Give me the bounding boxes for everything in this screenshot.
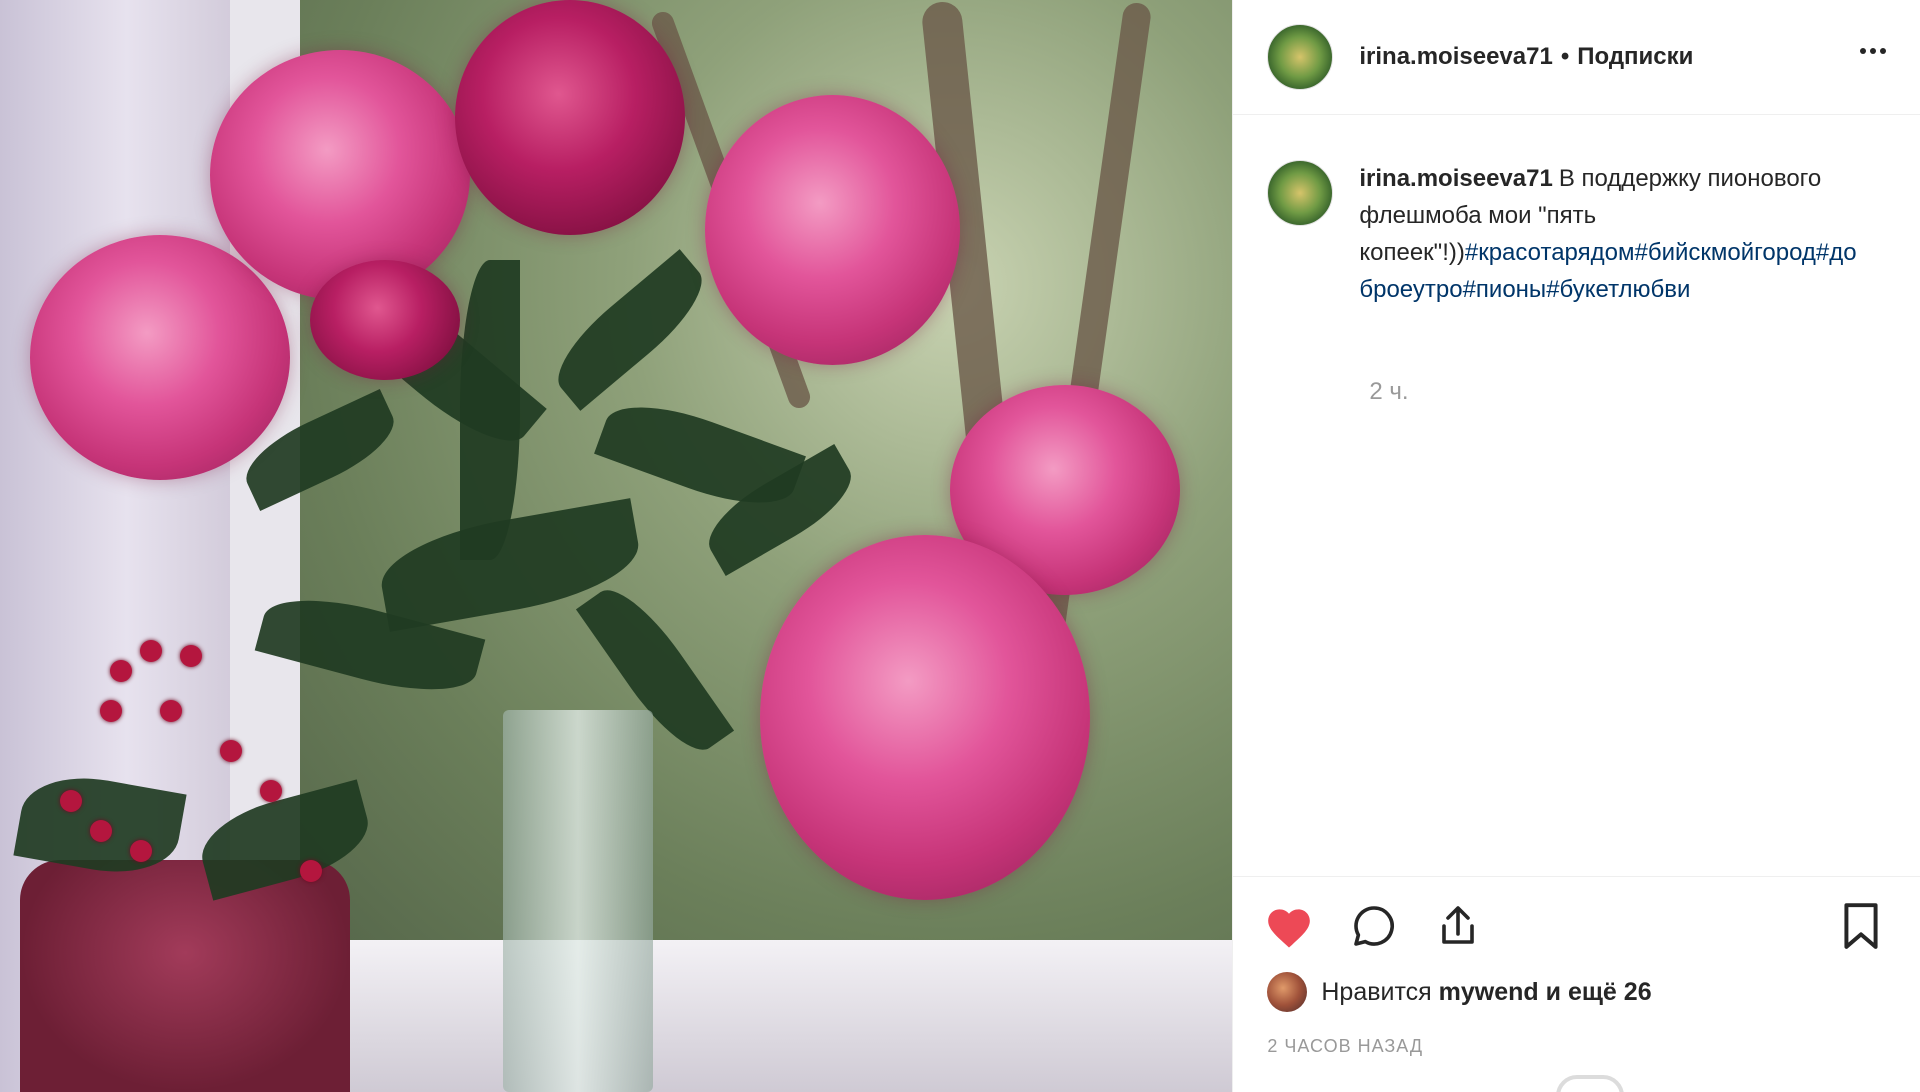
hashtag-link[interactable]: #пионы bbox=[1463, 276, 1547, 303]
peony bbox=[210, 50, 470, 300]
peony bbox=[310, 260, 460, 380]
scroll-indicator bbox=[1556, 1075, 1624, 1092]
author-username[interactable]: irina.moiseeva71 bbox=[1359, 43, 1552, 70]
peony bbox=[30, 235, 290, 480]
bookmark-icon bbox=[1844, 903, 1878, 949]
share-button[interactable] bbox=[1430, 898, 1486, 954]
divider bbox=[1233, 876, 1920, 877]
like-button[interactable] bbox=[1261, 898, 1317, 954]
more-horizontal-icon[interactable] bbox=[1850, 28, 1896, 74]
avatar[interactable] bbox=[1267, 24, 1334, 90]
share-icon bbox=[1442, 906, 1475, 944]
follow-button[interactable]: Подписки bbox=[1577, 43, 1693, 70]
caption-time[interactable]: 2 ч. bbox=[1369, 378, 1408, 406]
save-button[interactable] bbox=[1833, 898, 1889, 954]
flower-pot bbox=[20, 860, 350, 1092]
caption-body: irina.moiseeva71 В поддержку пионового фл… bbox=[1359, 160, 1859, 308]
peony bbox=[760, 535, 1090, 900]
post-header: irina.moiseeva71 • Подписки bbox=[1233, 0, 1920, 115]
hashtag-link[interactable]: #бийскмойгород bbox=[1634, 239, 1815, 266]
caption-avatar[interactable] bbox=[1267, 160, 1334, 226]
vase bbox=[503, 710, 653, 1092]
hashtag-link[interactable]: #красотарядом bbox=[1465, 239, 1635, 266]
caption-username[interactable]: irina.moiseeva71 bbox=[1359, 165, 1552, 192]
comment-button[interactable] bbox=[1346, 898, 1402, 954]
comment-icon bbox=[1354, 906, 1395, 946]
post-date[interactable]: 2 ЧАСОВ НАЗАД bbox=[1267, 1036, 1423, 1057]
peony bbox=[705, 95, 960, 365]
liker-avatar[interactable] bbox=[1267, 972, 1308, 1012]
liker-username[interactable]: mywend bbox=[1439, 978, 1539, 1007]
likes-count[interactable]: и ещё 26 bbox=[1546, 978, 1652, 1007]
post-side-panel: irina.moiseeva71 • Подписки irina.moiseeva… bbox=[1232, 0, 1920, 1092]
window-sill bbox=[230, 940, 1233, 1092]
peony bbox=[455, 0, 685, 235]
likes-summary: Нравится mywend и ещё 26 bbox=[1267, 972, 1652, 1012]
heart-filled-icon bbox=[1268, 909, 1311, 948]
separator: • bbox=[1560, 43, 1570, 70]
caption: irina.moiseeva71 В поддержку пионового фл… bbox=[1267, 160, 1887, 308]
hashtag-link[interactable]: #букетлюбви bbox=[1546, 276, 1690, 303]
likes-prefix: Нравится bbox=[1321, 977, 1432, 1006]
header-text: irina.moiseeva71 • Подписки bbox=[1359, 43, 1693, 71]
post-photo[interactable] bbox=[0, 0, 1233, 1092]
instagram-post: irina.moiseeva71 • Подписки irina.moiseeva… bbox=[0, 0, 1920, 1092]
